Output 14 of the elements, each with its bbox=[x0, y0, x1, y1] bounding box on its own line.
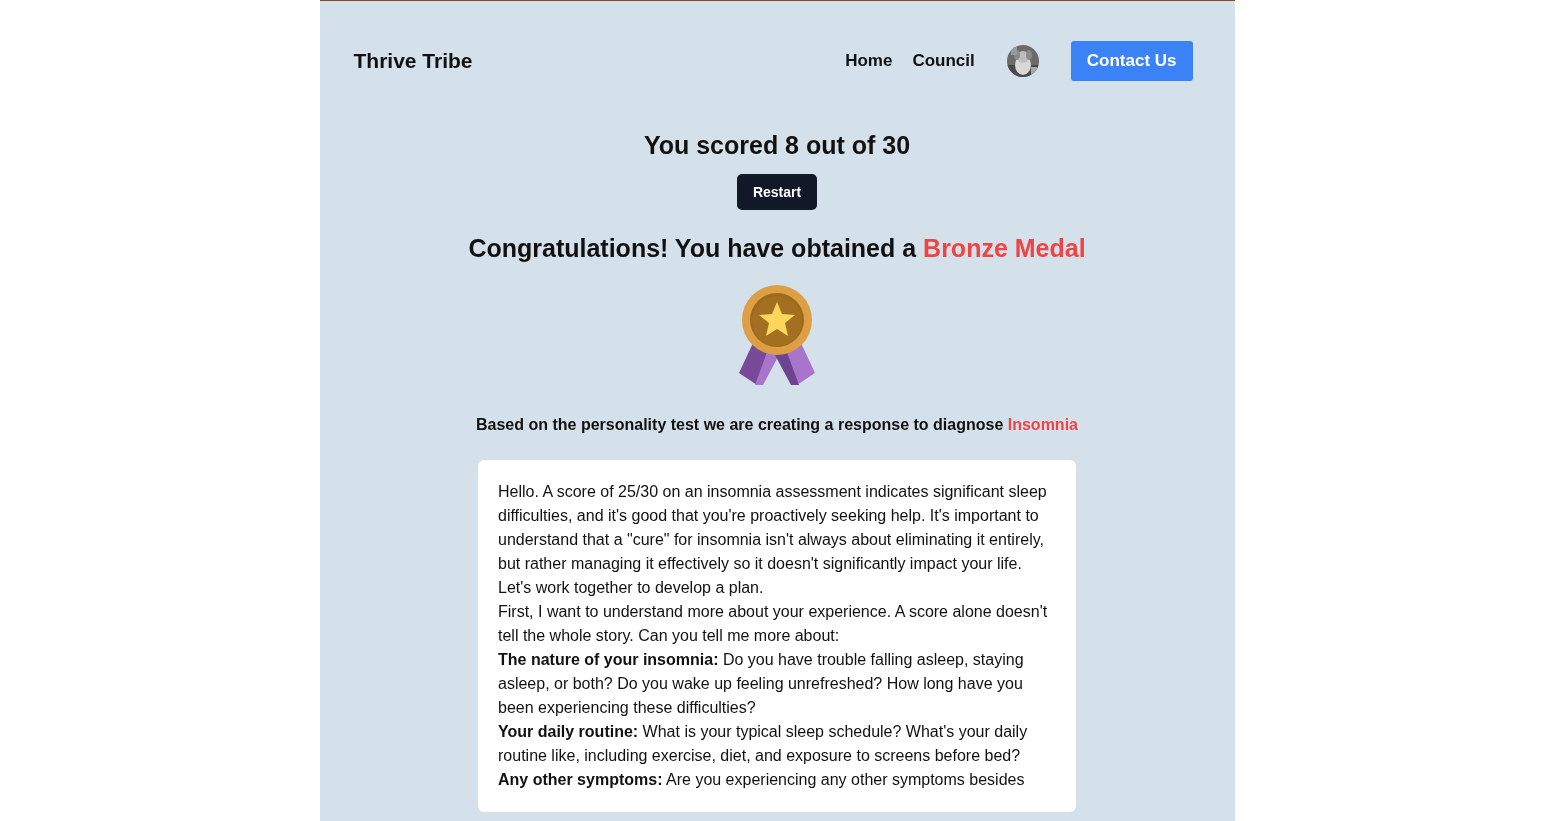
nav-link[interactable]: Home bbox=[845, 51, 893, 71]
response-paragraph: Any other symptoms: Are you experiencing any other symptoms besides bbox=[498, 770, 1026, 790]
brand-name[interactable]: Thrive Tribe bbox=[353, 49, 473, 73]
diagnosis-text: Based on the personality test we are creating a response to diagnose Insomnia bbox=[476, 416, 1078, 434]
award-heading: Congratulations! You have obtained a Bronze Medal bbox=[468, 234, 1086, 263]
response-paragraph: Hello. A score of 25/30 on an insomnia assessment indicates significant sleep difficulties, and it's good that you're proactively seeking help. It's important to understand that a "cure" for insomnia isn't always about eliminating it entirely, but rather managing it effectively so it doesn't significantly impact your life. Let's work together to develop a plan. bbox=[498, 482, 1048, 598]
response-paragraph: First, I want to understand more about your experience. A score alone doesn't tell the whole story. Can you tell me more about: bbox=[498, 602, 1049, 646]
nav-link[interactable]: Council bbox=[912, 51, 975, 71]
response-paragraph: The nature of your insomnia: Do you have trouble falling asleep, staying asleep, or both? Do you wake up feeling unrefreshed? How long have you been experiencing these difficulties? bbox=[498, 650, 1025, 718]
contact-button[interactable]: Contact Us bbox=[1070, 41, 1193, 81]
score-heading: You scored 8 out of 30 bbox=[643, 131, 911, 160]
response-paragraph: Your daily routine: What is your typical sleep schedule? What's your daily routine like, including exercise, diet, and exposure to screens before bed? bbox=[498, 722, 1029, 766]
restart-button[interactable]: Restart bbox=[736, 174, 818, 210]
medal-icon bbox=[739, 285, 815, 386]
